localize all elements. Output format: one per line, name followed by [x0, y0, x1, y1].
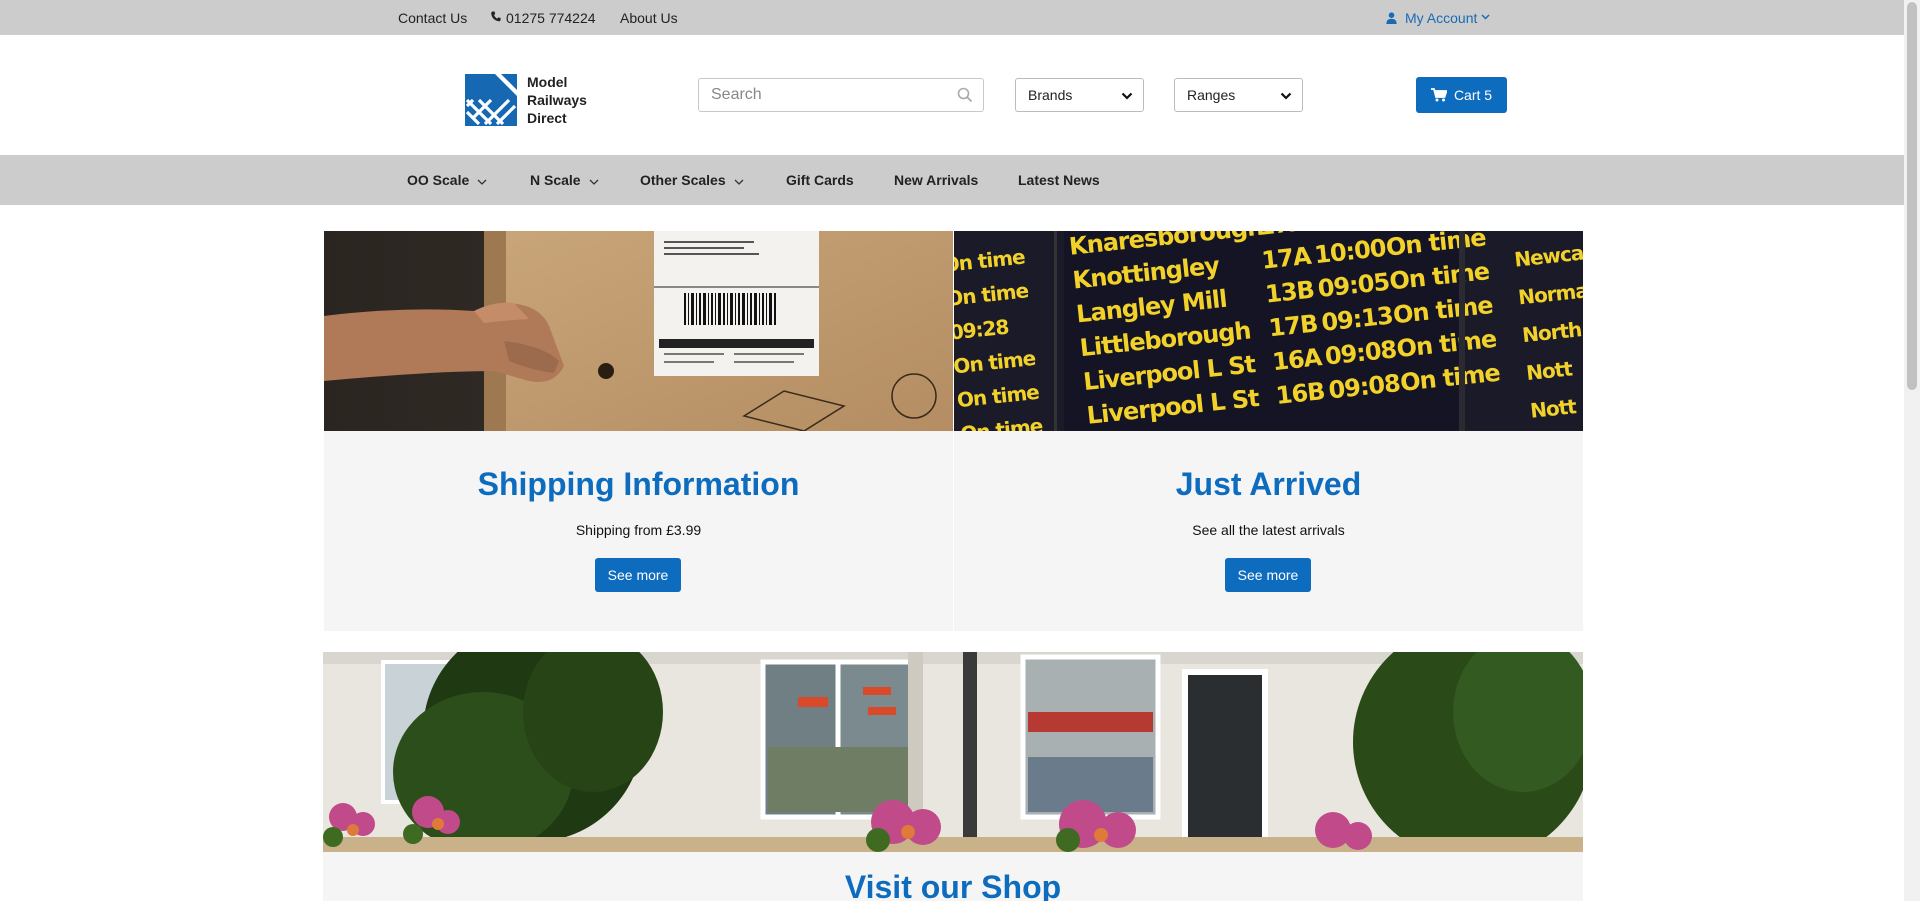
nav-item-label: N Scale: [530, 172, 581, 188]
page-scrollbar[interactable]: [1904, 0, 1920, 901]
ranges-select-value: Ranges: [1187, 87, 1236, 103]
nav-item-label: OO Scale: [407, 172, 470, 188]
visit-shop-section: Visit our Shop: [323, 652, 1583, 901]
nav-item-new-arrivals[interactable]: New Arrivals: [894, 155, 978, 205]
cart-button[interactable]: Cart 5: [1416, 77, 1507, 113]
nav-item-label: New Arrivals: [894, 172, 979, 188]
search-input[interactable]: [699, 79, 939, 111]
board-platform: 16B: [1274, 377, 1325, 410]
board-destination: Nott: [1529, 394, 1578, 423]
board-platform: 17B: [1267, 309, 1318, 342]
shipping-image: [324, 231, 953, 431]
chevron-down-icon: [734, 172, 744, 188]
nav-item-label: Latest News: [1018, 172, 1100, 188]
my-account-label: My Account: [1405, 9, 1478, 26]
phone-link[interactable]: 01275 774224: [491, 0, 596, 35]
shop-front-image: [323, 652, 1583, 852]
chevron-down-icon: [1280, 89, 1292, 105]
nav-item-n-scale[interactable]: N Scale: [530, 155, 599, 205]
board-platform: 16A: [1271, 343, 1324, 376]
board-platform: 17A: [1260, 242, 1313, 275]
cart-icon: [1430, 88, 1447, 102]
chevron-down-icon: [589, 172, 599, 188]
chevron-down-icon: [1481, 12, 1498, 23]
see-more-button[interactable]: See more: [595, 558, 681, 592]
chevron-down-icon: [477, 172, 487, 188]
user-icon: [1386, 11, 1397, 24]
board-destination: Nott: [1525, 356, 1574, 385]
see-more-button[interactable]: See more: [1225, 558, 1311, 592]
nav-item-label: Gift Cards: [786, 172, 854, 188]
logo-icon: [465, 74, 517, 126]
logo-line: Railways: [527, 92, 587, 108]
search-box: [698, 78, 984, 112]
chevron-down-icon: [1121, 89, 1133, 105]
logo-wordmark: Model Railways Direct: [527, 73, 587, 127]
logo-line: Direct: [527, 110, 567, 126]
cart-label: Cart 5: [1453, 87, 1493, 103]
contact-us-link[interactable]: Contact Us: [398, 0, 467, 35]
nav-item-label: Other Scales: [640, 172, 726, 188]
site-logo[interactable]: Model Railways Direct: [465, 73, 587, 127]
phone-number: 01275 774224: [506, 9, 596, 26]
shipping-card: Shipping Information Shipping from £3.99…: [324, 231, 953, 631]
search-icon[interactable]: [957, 87, 973, 108]
site-header: Model Railways Direct Brands Ranges Cart…: [0, 35, 1904, 155]
card-text: See all the latest arrivals: [1192, 522, 1345, 538]
top-bar: Contact Us 01275 774224 About Us My Acco…: [0, 0, 1904, 35]
nav-item-oo-scale[interactable]: OO Scale: [407, 155, 487, 205]
ranges-select[interactable]: Ranges: [1174, 78, 1303, 112]
about-us-link[interactable]: About Us: [620, 0, 678, 35]
main-nav: OO Scale N Scale Other Scales Gift Cards…: [0, 155, 1904, 205]
my-account-link[interactable]: My Account: [1386, 0, 1498, 35]
scrollbar-thumb[interactable]: [1907, 2, 1917, 390]
departures-board: Knaresborough17A10:00On timeKnottingley1…: [954, 231, 1583, 431]
nav-item-gift-cards[interactable]: Gift Cards: [786, 155, 854, 205]
brands-select[interactable]: Brands: [1015, 78, 1144, 112]
card-text: Shipping from £3.99: [575, 522, 702, 538]
shop-title: Visit our Shop: [844, 869, 1062, 901]
board-platform: 13B: [1264, 276, 1315, 309]
departures-board-image: Knaresborough17A10:00On timeKnottingley1…: [954, 231, 1583, 431]
nav-item-other-scales[interactable]: Other Scales: [640, 155, 744, 205]
card-title: Shipping Information: [477, 466, 800, 502]
logo-line: Model: [527, 74, 568, 90]
card-title: Just Arrived: [1175, 466, 1362, 502]
brands-select-value: Brands: [1028, 87, 1073, 103]
just-arrived-card: Knaresborough17A10:00On timeKnottingley1…: [954, 231, 1583, 631]
nav-item-latest-news[interactable]: Latest News: [1018, 155, 1100, 205]
phone-icon: [491, 11, 501, 25]
